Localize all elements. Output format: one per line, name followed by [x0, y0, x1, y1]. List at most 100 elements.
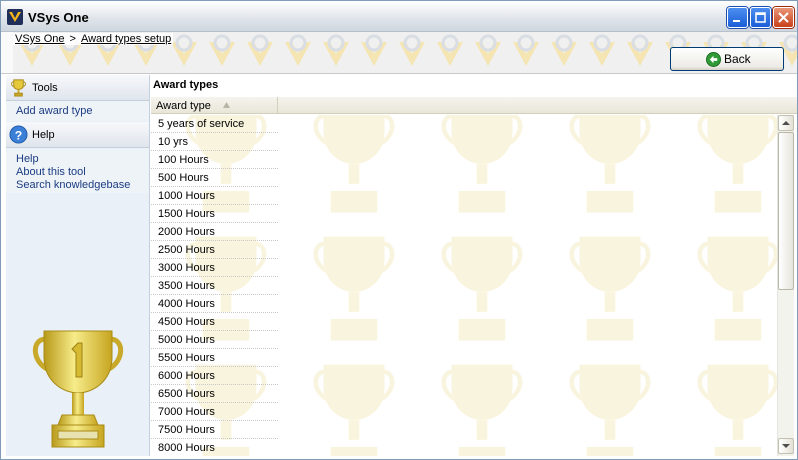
award-type-cell: 6500 Hours — [158, 388, 215, 400]
award-type-cell: 5 years of service — [158, 118, 245, 130]
vertical-scrollbar[interactable] — [777, 115, 794, 456]
award-type-cell: 7500 Hours — [158, 424, 215, 436]
scroll-down-button[interactable] — [778, 438, 794, 454]
award-type-cell: 10 yrs — [158, 136, 188, 148]
title-bar[interactable]: VSys One — [1, 1, 797, 32]
tools-items: Add award type — [6, 101, 149, 121]
search-knowledgebase-link[interactable]: Search knowledgebase — [16, 179, 130, 191]
help-icon: ? — [9, 125, 28, 144]
svg-text:?: ? — [15, 128, 23, 142]
award-type-cell: 100 Hours — [158, 154, 209, 166]
award-type-cell: 5000 Hours — [158, 334, 215, 346]
table-row[interactable]: 7500 Hours — [151, 421, 278, 439]
window-title: VSys One — [28, 10, 89, 25]
maximize-button[interactable] — [750, 7, 771, 28]
trophy-icon — [11, 79, 26, 97]
banner-tile-icon — [355, 32, 393, 73]
trophy-watermark-icon — [441, 236, 523, 341]
table-row[interactable]: 3000 Hours — [151, 259, 278, 277]
trophy-watermark-icon — [697, 115, 777, 213]
table-row[interactable]: 1500 Hours — [151, 205, 278, 223]
table-header: Award type — [151, 97, 797, 114]
app-window: VSys One VSys One > Award types setup Back — [0, 0, 798, 460]
back-arrow-icon — [706, 52, 721, 67]
trophy-watermark-icon — [313, 236, 395, 341]
help-items: Help About this tool Search knowledgebas… — [6, 149, 149, 193]
trophy-watermark-icon — [569, 115, 651, 213]
breadcrumb-separator: > — [69, 33, 76, 45]
banner-tile-icon — [241, 32, 279, 73]
award-type-cell: 500 Hours — [158, 172, 209, 184]
minimize-icon — [733, 20, 740, 22]
sidebar-section-help[interactable]: ? Help — [6, 122, 149, 148]
award-type-cell: 3500 Hours — [158, 280, 215, 292]
trophy-watermark-icon — [697, 236, 777, 341]
scroll-thumb[interactable] — [778, 132, 794, 290]
award-type-cell: 2500 Hours — [158, 244, 215, 256]
table-row[interactable]: 6000 Hours — [151, 367, 278, 385]
sidebar-section-tools[interactable]: Tools — [6, 75, 149, 101]
breadcrumb-home-link[interactable]: VSys One — [15, 33, 65, 45]
award-type-cell: 8000 Hours — [158, 442, 215, 454]
about-tool-link[interactable]: About this tool — [16, 166, 86, 178]
table-row[interactable]: 5 years of service — [151, 115, 278, 133]
table-row[interactable]: 7000 Hours — [151, 403, 278, 421]
close-button[interactable] — [773, 7, 794, 28]
award-type-cell: 1500 Hours — [158, 208, 215, 220]
trophy-watermark-icon — [441, 364, 523, 456]
breadcrumb-current-link[interactable]: Award types setup — [81, 33, 171, 45]
back-button[interactable]: Back — [670, 47, 784, 71]
table-row[interactable]: 4000 Hours — [151, 295, 278, 313]
banner-tile-icon — [203, 32, 241, 73]
trophy-illustration — [33, 330, 123, 448]
award-type-cell: 2000 Hours — [158, 226, 215, 238]
banner-tile-icon — [317, 32, 355, 73]
award-type-cell: 1000 Hours — [158, 190, 215, 202]
close-icon — [778, 12, 789, 23]
arrow-up-icon — [782, 121, 790, 125]
scroll-up-button[interactable] — [778, 115, 794, 131]
column-header-label: Award type — [156, 100, 211, 112]
award-type-cell: 4000 Hours — [158, 298, 215, 310]
award-type-cell: 3000 Hours — [158, 262, 215, 274]
table-row[interactable]: 3500 Hours — [151, 277, 278, 295]
table-row[interactable]: 4500 Hours — [151, 313, 278, 331]
breadcrumb: VSys One > Award types setup — [13, 33, 174, 45]
table-row[interactable]: 2000 Hours — [151, 223, 278, 241]
table-row[interactable]: 5500 Hours — [151, 349, 278, 367]
help-section-label: Help — [32, 129, 55, 141]
award-type-cell: 7000 Hours — [158, 406, 215, 418]
back-button-label: Back — [724, 52, 751, 66]
award-type-cell: 5500 Hours — [158, 352, 215, 364]
banner-tile-icon — [469, 32, 507, 73]
table-row[interactable]: 8000 Hours — [151, 439, 278, 456]
help-link[interactable]: Help — [16, 153, 39, 165]
minimize-button[interactable] — [727, 7, 748, 28]
add-award-type-link[interactable]: Add award type — [16, 105, 92, 117]
award-type-list[interactable]: 5 years of service 10 yrs 100 Hours 500 Hou… — [151, 115, 777, 456]
award-type-cell: 6000 Hours — [158, 370, 215, 382]
banner-tile-icon — [583, 32, 621, 73]
trophy-watermark-icon — [569, 364, 651, 456]
sort-ascending-icon — [223, 102, 230, 108]
banner-tile-icon — [431, 32, 469, 73]
column-header-award-type[interactable]: Award type — [151, 97, 278, 113]
page-title: Award types — [153, 79, 219, 91]
main-content: Award types Award type 5 years of servic… — [151, 75, 797, 456]
sidebar: Tools Add award type ? Help Help About t… — [6, 75, 150, 456]
trophy-watermark-icon — [313, 364, 395, 456]
vsys-logo-icon — [7, 9, 23, 25]
table-row[interactable]: 500 Hours — [151, 169, 278, 187]
trophy-watermark-icon — [697, 364, 777, 456]
table-row[interactable]: 6500 Hours — [151, 385, 278, 403]
table-row[interactable]: 1000 Hours — [151, 187, 278, 205]
table-row[interactable]: 100 Hours — [151, 151, 278, 169]
table-row[interactable]: 5000 Hours — [151, 331, 278, 349]
table-row[interactable]: 2500 Hours — [151, 241, 278, 259]
trophy-watermark-icon — [313, 115, 395, 213]
trophy-watermark-icon — [569, 236, 651, 341]
banner-tile-icon — [507, 32, 545, 73]
banner-tile-icon — [545, 32, 583, 73]
maximize-icon — [755, 12, 766, 23]
table-row[interactable]: 10 yrs — [151, 133, 278, 151]
